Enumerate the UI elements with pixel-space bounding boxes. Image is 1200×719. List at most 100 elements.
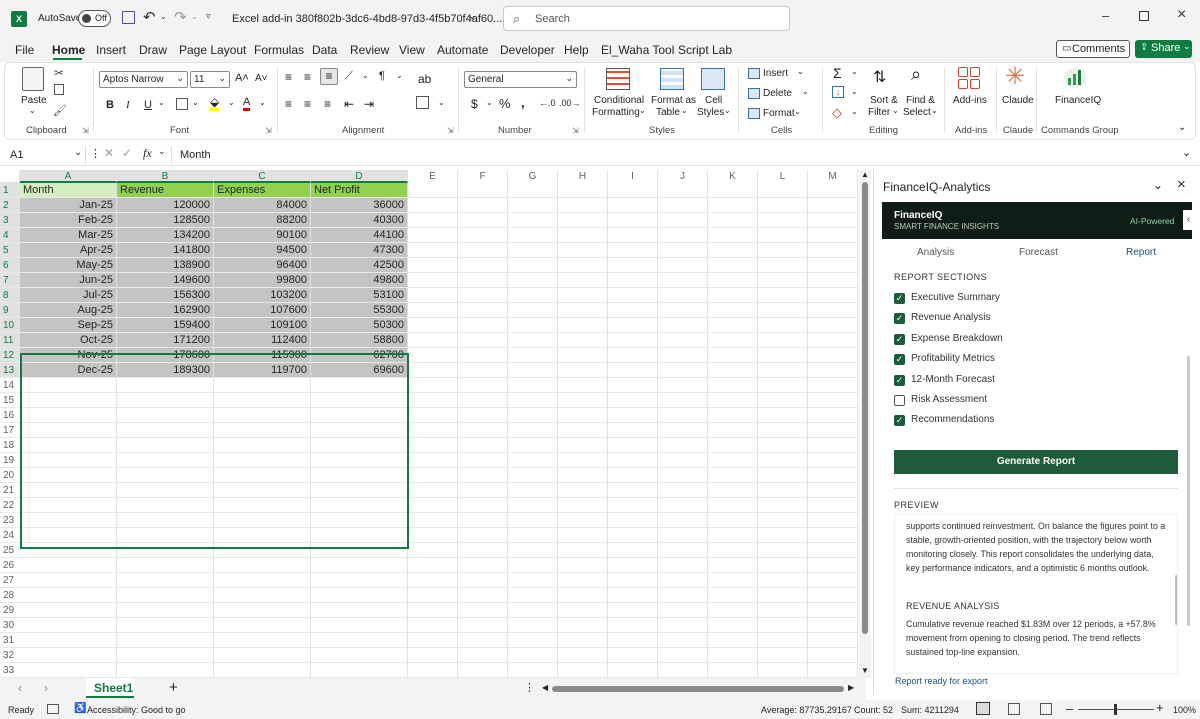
row-header-13[interactable]: 13: [0, 363, 20, 378]
table-cell[interactable]: 115900: [214, 348, 310, 362]
column-header-m[interactable]: M: [808, 170, 858, 183]
currency-dropdown-icon[interactable]: ⌄: [486, 98, 493, 107]
header-cell[interactable]: Expenses: [214, 183, 310, 197]
next-sheet-icon[interactable]: ›: [44, 681, 48, 695]
zoom-in-icon[interactable]: +: [1156, 700, 1164, 715]
minimize-icon[interactable]: –: [1102, 8, 1109, 23]
fill-color-icon[interactable]: ⬙: [210, 96, 220, 111]
claude-label[interactable]: Claude: [1002, 95, 1034, 106]
format-as-table-line2[interactable]: Table: [656, 107, 680, 118]
row-header-25[interactable]: 25: [0, 543, 20, 558]
pane-close-icon[interactable]: ×: [1177, 176, 1186, 193]
text-direction-icon[interactable]: ¶: [379, 70, 385, 82]
orientation-dropdown-icon[interactable]: ⌄: [362, 71, 369, 80]
fill-icon[interactable]: ↓: [832, 86, 844, 98]
table-cell[interactable]: 96400: [214, 258, 310, 272]
decrease-indent-icon[interactable]: ⇤: [344, 97, 354, 111]
table-cell[interactable]: 178600: [117, 348, 213, 362]
table-cell[interactable]: 49800: [311, 273, 407, 287]
collapse-pane-icon[interactable]: ‹: [1183, 210, 1194, 230]
cell-styles-dropdown-icon[interactable]: ⌄: [724, 106, 731, 115]
row-header-8[interactable]: 8: [0, 288, 20, 303]
sheet-tab-sheet1[interactable]: Sheet1: [86, 678, 134, 698]
font-launcher-icon[interactable]: ⇲: [265, 126, 272, 135]
row-header-20[interactable]: 20: [0, 468, 20, 483]
header-cell[interactable]: Revenue: [117, 183, 213, 197]
table-cell[interactable]: 189300: [117, 363, 213, 377]
macro-icon[interactable]: [47, 704, 59, 714]
section-label[interactable]: Executive Summary: [911, 292, 1000, 303]
row-header-14[interactable]: 14: [0, 378, 20, 393]
number-format-select[interactable]: General ⌄: [464, 71, 577, 88]
table-cell[interactable]: Jun-25: [20, 273, 116, 287]
align-bottom-icon[interactable]: ≡: [320, 68, 338, 85]
confirm-entry-icon[interactable]: ✓: [122, 146, 132, 160]
format-table-dropdown-icon[interactable]: ⌄: [681, 106, 688, 115]
align-left-icon[interactable]: ≡: [285, 97, 292, 111]
column-header-i[interactable]: I: [608, 170, 658, 183]
conditional-dropdown-icon[interactable]: ⌄: [639, 106, 646, 115]
table-cell[interactable]: 141800: [117, 243, 213, 257]
format-dropdown-icon[interactable]: ⌄: [794, 107, 801, 116]
format-painter-icon[interactable]: 🖌: [53, 104, 67, 117]
row-header-9[interactable]: 9: [0, 303, 20, 318]
table-cell[interactable]: Mar-25: [20, 228, 116, 242]
table-cell[interactable]: 171200: [117, 333, 213, 347]
scrollbar-thumb[interactable]: [862, 182, 868, 634]
align-top-icon[interactable]: ≡: [285, 70, 292, 84]
vertical-scrollbar[interactable]: ▲ ▼: [859, 170, 871, 678]
zoom-slider-thumb[interactable]: [1114, 704, 1117, 715]
add-sheet-icon[interactable]: +: [169, 679, 178, 696]
paste-label[interactable]: Paste: [21, 95, 47, 106]
comma-icon[interactable]: ,: [521, 95, 525, 110]
table-cell[interactable]: 159400: [117, 318, 213, 332]
section-label[interactable]: Recommendations: [911, 414, 994, 425]
table-cell[interactable]: 84000: [214, 198, 310, 212]
menu-el-waha-tool[interactable]: El_Waha Tool: [601, 43, 674, 57]
sort-dropdown-icon[interactable]: ⌄: [892, 106, 899, 115]
row-header-32[interactable]: 32: [0, 648, 20, 663]
borders-icon[interactable]: [176, 98, 188, 110]
fill-dropdown-icon[interactable]: ⌄: [228, 98, 235, 107]
table-cell[interactable]: 36000: [311, 198, 407, 212]
save-icon[interactable]: [122, 11, 135, 24]
section-label[interactable]: Expense Breakdown: [911, 333, 1003, 344]
find-dropdown-icon[interactable]: ⌄: [931, 106, 938, 115]
name-box[interactable]: A1 ⌄: [4, 146, 86, 164]
row-header-4[interactable]: 4: [0, 228, 20, 243]
table-cell[interactable]: 40300: [311, 213, 407, 227]
scroll-left-icon[interactable]: ◀: [542, 683, 548, 692]
table-cell[interactable]: Oct-25: [20, 333, 116, 347]
clear-dropdown-icon[interactable]: ⌄: [851, 107, 858, 116]
restore-icon[interactable]: [1139, 11, 1149, 21]
row-header-11[interactable]: 11: [0, 333, 20, 348]
zoom-level[interactable]: 100%: [1173, 705, 1196, 715]
table-cell[interactable]: 138900: [117, 258, 213, 272]
addins-icon[interactable]: [958, 67, 980, 89]
fill-dropdown-icon[interactable]: ⌄: [851, 87, 858, 96]
pane-options-icon[interactable]: ⌄: [1153, 178, 1163, 192]
row-header-17[interactable]: 17: [0, 423, 20, 438]
format-cells-label[interactable]: Format: [763, 108, 795, 119]
conditional-formatting-line2[interactable]: Formatting: [592, 107, 640, 118]
menu-help[interactable]: Help: [564, 43, 589, 57]
redo-dropdown-icon[interactable]: ⌄: [191, 12, 198, 21]
table-cell[interactable]: 47300: [311, 243, 407, 257]
autosum-dropdown-icon[interactable]: ⌄: [851, 67, 858, 76]
row-header-10[interactable]: 10: [0, 318, 20, 333]
pane-scrollbar[interactable]: [1187, 356, 1190, 626]
formula-input[interactable]: Month: [180, 149, 211, 161]
find-select-line2[interactable]: Select: [903, 107, 931, 118]
close-window-icon[interactable]: ×: [1177, 6, 1186, 24]
currency-icon[interactable]: $: [471, 97, 478, 111]
row-header-2[interactable]: 2: [0, 198, 20, 213]
row-header-12[interactable]: 12: [0, 348, 20, 363]
borders-dropdown-icon[interactable]: ⌄: [192, 98, 199, 107]
section-label[interactable]: Profitability Metrics: [911, 353, 995, 364]
autosave-toggle[interactable]: Off: [78, 10, 111, 27]
sort-filter-line2[interactable]: Filter: [868, 107, 890, 118]
normal-view-icon[interactable]: [976, 702, 990, 715]
font-size-select[interactable]: 11 ⌄: [190, 71, 230, 88]
average-value[interactable]: Average: 87735.29167: [761, 705, 852, 715]
column-header-l[interactable]: L: [758, 170, 808, 183]
